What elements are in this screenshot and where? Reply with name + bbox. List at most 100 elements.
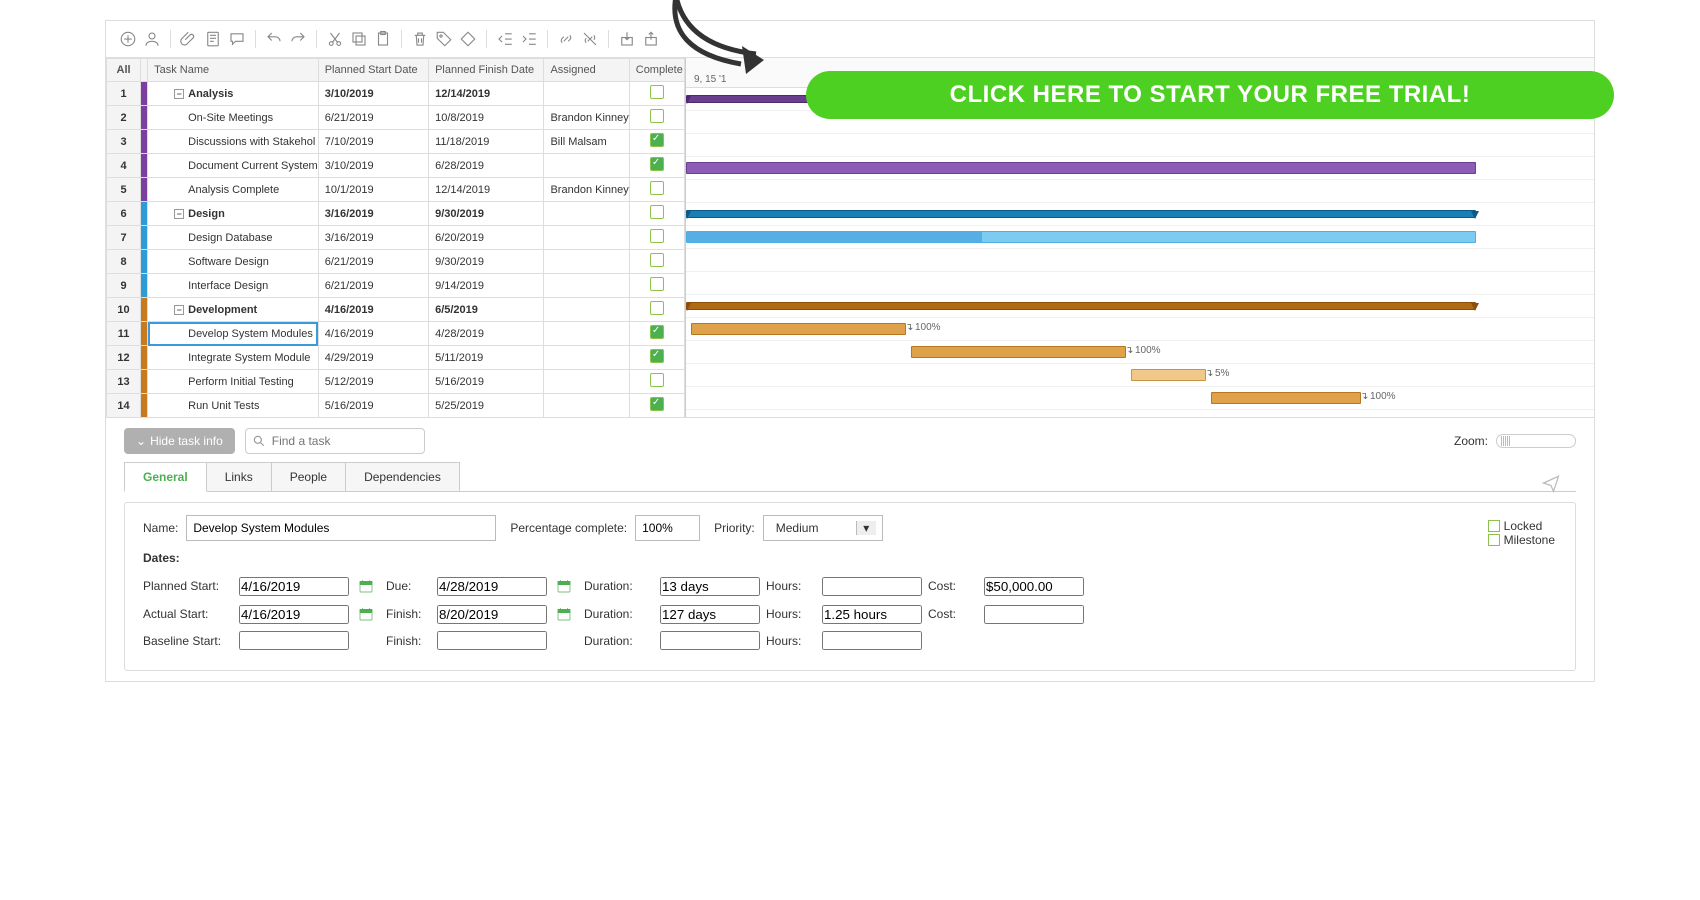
col-planned-finish[interactable]: Planned Finish Date: [429, 59, 544, 82]
task-name-cell[interactable]: −Design: [148, 202, 319, 226]
finish-cell[interactable]: 12/14/2019: [429, 82, 544, 106]
cta-banner-button[interactable]: CLICK HERE TO START YOUR FREE TRIAL!: [806, 71, 1614, 119]
start-cell[interactable]: 3/16/2019: [318, 202, 428, 226]
table-row[interactable]: 3Discussions with Stakehol7/10/201911/18…: [107, 130, 685, 154]
complete-cell[interactable]: [629, 106, 684, 130]
col-planned-start[interactable]: Planned Start Date: [318, 59, 428, 82]
milestone-checkbox[interactable]: Milestone: [1488, 533, 1555, 547]
finish-cell[interactable]: 6/28/2019: [429, 154, 544, 178]
gantt-bar[interactable]: 5%: [1131, 369, 1206, 381]
actual-cost-input[interactable]: [984, 605, 1084, 624]
gantt-bar[interactable]: 100%: [911, 346, 1126, 358]
locked-checkbox[interactable]: Locked: [1488, 519, 1555, 533]
send-icon[interactable]: [1541, 473, 1561, 496]
calendar-icon[interactable]: [355, 603, 377, 625]
gantt-bar[interactable]: 100%: [1211, 392, 1361, 404]
complete-cell[interactable]: [629, 202, 684, 226]
task-name-cell[interactable]: Develop System Modules: [148, 322, 319, 346]
complete-cell[interactable]: [629, 178, 684, 202]
actual-start-input[interactable]: [239, 605, 349, 624]
undo-icon[interactable]: [264, 29, 284, 49]
finish-cell[interactable]: 9/14/2019: [429, 274, 544, 298]
start-cell[interactable]: 4/16/2019: [318, 298, 428, 322]
outdent-icon[interactable]: [495, 29, 515, 49]
table-row[interactable]: 2On-Site Meetings6/21/201910/8/2019Brand…: [107, 106, 685, 130]
indent-icon[interactable]: [519, 29, 539, 49]
baseline-finish-input[interactable]: [437, 631, 547, 650]
finish-cell[interactable]: 5/11/2019: [429, 346, 544, 370]
assigned-cell[interactable]: Brandon Kinney: [544, 178, 629, 202]
actual-hours-input[interactable]: [822, 605, 922, 624]
col-all[interactable]: All: [107, 59, 141, 82]
checkbox-icon[interactable]: [650, 397, 664, 411]
diamond-icon[interactable]: [458, 29, 478, 49]
checkbox-icon[interactable]: [650, 181, 664, 195]
finish-cell[interactable]: 4/28/2019: [429, 322, 544, 346]
table-row[interactable]: 14Run Unit Tests5/16/20195/25/2019: [107, 394, 685, 418]
checkbox-icon[interactable]: [650, 325, 664, 339]
col-task-name[interactable]: Task Name: [148, 59, 319, 82]
name-input[interactable]: [186, 515, 496, 541]
start-cell[interactable]: 7/10/2019: [318, 130, 428, 154]
assigned-cell[interactable]: [544, 322, 629, 346]
task-name-cell[interactable]: Integrate System Module: [148, 346, 319, 370]
complete-cell[interactable]: [629, 322, 684, 346]
table-row[interactable]: 9Interface Design6/21/20199/14/2019: [107, 274, 685, 298]
delete-icon[interactable]: [410, 29, 430, 49]
calendar-icon[interactable]: [553, 575, 575, 597]
checkbox-icon[interactable]: [650, 133, 664, 147]
finish-cell[interactable]: 10/8/2019: [429, 106, 544, 130]
cost-input[interactable]: [984, 577, 1084, 596]
finish-cell[interactable]: 5/25/2019: [429, 394, 544, 418]
gantt-bar[interactable]: [686, 210, 1476, 218]
start-cell[interactable]: 6/21/2019: [318, 106, 428, 130]
attach-icon[interactable]: [179, 29, 199, 49]
note-icon[interactable]: [203, 29, 223, 49]
collapse-icon[interactable]: −: [174, 209, 184, 219]
tab-people[interactable]: People: [271, 462, 346, 491]
complete-cell[interactable]: [629, 82, 684, 106]
hide-task-info-button[interactable]: ⌄ Hide task info: [124, 428, 235, 454]
person-icon[interactable]: [142, 29, 162, 49]
finish-cell[interactable]: 12/14/2019: [429, 178, 544, 202]
complete-cell[interactable]: [629, 154, 684, 178]
checkbox-icon[interactable]: [650, 301, 664, 315]
table-row[interactable]: 4Document Current System3/10/20196/28/20…: [107, 154, 685, 178]
priority-select[interactable]: Medium ▾: [763, 515, 883, 541]
checkbox-icon[interactable]: [650, 277, 664, 291]
assigned-cell[interactable]: Bill Malsam: [544, 130, 629, 154]
find-task-input[interactable]: [245, 428, 425, 454]
task-name-cell[interactable]: Design Database: [148, 226, 319, 250]
tag-icon[interactable]: [434, 29, 454, 49]
start-cell[interactable]: 4/29/2019: [318, 346, 428, 370]
complete-cell[interactable]: [629, 346, 684, 370]
complete-cell[interactable]: [629, 250, 684, 274]
collapse-icon[interactable]: −: [174, 89, 184, 99]
start-cell[interactable]: 3/10/2019: [318, 82, 428, 106]
complete-cell[interactable]: [629, 394, 684, 418]
table-row[interactable]: 12Integrate System Module4/29/20195/11/2…: [107, 346, 685, 370]
finish-cell[interactable]: 6/20/2019: [429, 226, 544, 250]
export-icon[interactable]: [641, 29, 661, 49]
link-icon[interactable]: [556, 29, 576, 49]
assigned-cell[interactable]: [544, 370, 629, 394]
unlink-icon[interactable]: [580, 29, 600, 49]
checkbox-icon[interactable]: [650, 229, 664, 243]
table-row[interactable]: 7Design Database3/16/20196/20/2019: [107, 226, 685, 250]
complete-cell[interactable]: [629, 274, 684, 298]
start-cell[interactable]: 3/10/2019: [318, 154, 428, 178]
baseline-start-input[interactable]: [239, 631, 349, 650]
task-name-cell[interactable]: Analysis Complete: [148, 178, 319, 202]
calendar-icon[interactable]: [355, 575, 377, 597]
task-name-cell[interactable]: Interface Design: [148, 274, 319, 298]
checkbox-icon[interactable]: [650, 109, 664, 123]
checkbox-icon[interactable]: [650, 373, 664, 387]
task-name-cell[interactable]: Run Unit Tests: [148, 394, 319, 418]
task-name-cell[interactable]: −Analysis: [148, 82, 319, 106]
collapse-icon[interactable]: −: [174, 305, 184, 315]
cut-icon[interactable]: [325, 29, 345, 49]
actual-duration-input[interactable]: [660, 605, 760, 624]
gantt-bar[interactable]: [686, 162, 1476, 174]
complete-cell[interactable]: [629, 226, 684, 250]
complete-cell[interactable]: [629, 130, 684, 154]
